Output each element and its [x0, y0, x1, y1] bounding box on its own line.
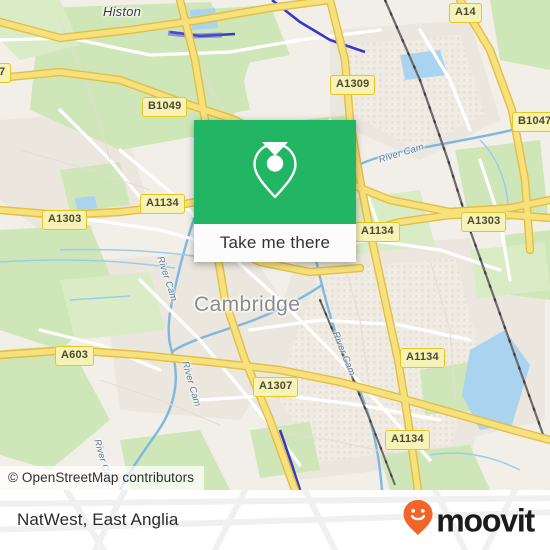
- station-title: NatWest, East Anglia: [17, 510, 179, 529]
- card-pointer-tail: [262, 142, 288, 156]
- road-shield[interactable]: A1134: [400, 348, 445, 368]
- road-shield[interactable]: B1047: [512, 112, 550, 132]
- road-shield[interactable]: A1303: [42, 210, 88, 230]
- road-shield[interactable]: A1307: [253, 377, 299, 397]
- osm-attribution[interactable]: © OpenStreetMap contributors: [0, 466, 205, 490]
- moovit-wordmark: moovit: [436, 502, 535, 538]
- road-shield[interactable]: 7: [0, 63, 12, 83]
- road-shield[interactable]: A1309: [330, 75, 376, 95]
- card-image-area: [194, 120, 356, 224]
- moovit-smiley-pin-icon: [402, 499, 434, 542]
- road-shield[interactable]: A1134: [385, 430, 430, 450]
- road-shield[interactable]: A603: [55, 346, 95, 366]
- road-shield[interactable]: A1303: [461, 212, 507, 232]
- take-me-there-label: Take me there: [219, 233, 331, 252]
- road-shield[interactable]: A1134: [140, 194, 185, 214]
- card-cta-area[interactable]: Take me there: [194, 224, 356, 262]
- moovit-logo[interactable]: moovit: [402, 499, 535, 542]
- road-shield[interactable]: B1049: [142, 97, 188, 117]
- footer-bar: NatWest, East Anglia moovit: [0, 490, 550, 550]
- road-shield[interactable]: A14: [449, 3, 482, 23]
- road-shield[interactable]: A1134: [355, 222, 400, 242]
- moovit-station-map-page: Cambridge Histon River Cam River Cam Riv…: [0, 0, 550, 550]
